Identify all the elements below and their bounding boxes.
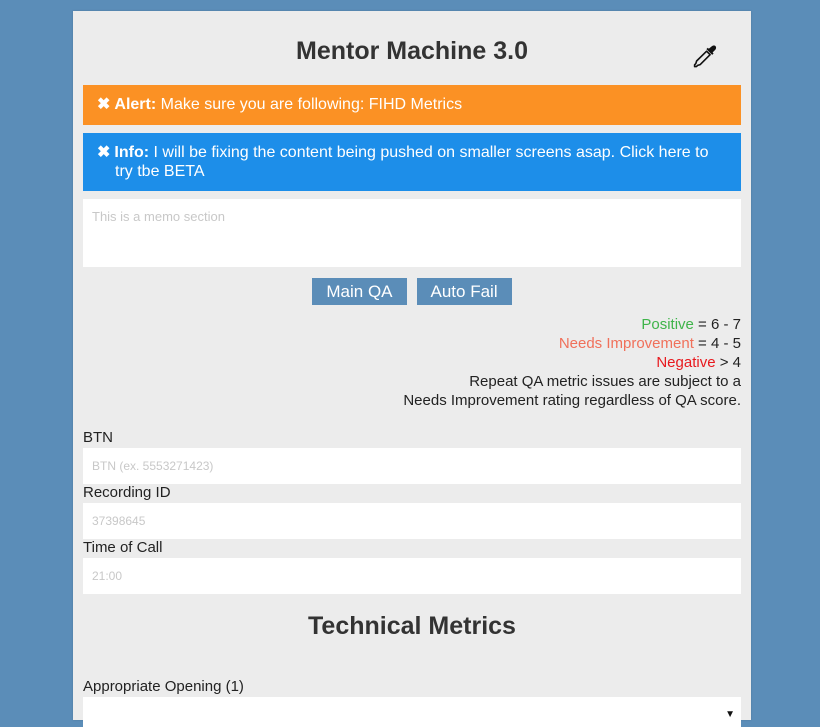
technical-metrics-title: Technical Metrics xyxy=(308,612,516,640)
eyedropper-icon[interactable] xyxy=(693,44,717,68)
appropriate-opening-select[interactable]: ▼ xyxy=(83,697,741,727)
appropriate-opening-label: Appropriate Opening (1) xyxy=(83,678,244,695)
time-of-call-label: Time of Call xyxy=(83,539,163,556)
chevron-down-icon: ▼ xyxy=(725,709,735,720)
page-title: Mentor Machine 3.0 xyxy=(296,37,528,65)
recording-id-label: Recording ID xyxy=(83,484,171,501)
score-legend: Positive = 6 - 7 Needs Improvement = 4 -… xyxy=(83,315,741,410)
alert-label: Alert: xyxy=(114,96,157,113)
btn-label: BTN xyxy=(83,429,113,446)
close-icon[interactable]: ✖ xyxy=(97,96,110,113)
recording-id-input[interactable] xyxy=(83,503,741,539)
legend-positive: Positive = 6 - 7 xyxy=(83,315,741,334)
auto-fail-button[interactable]: Auto Fail xyxy=(416,278,512,305)
legend-needs-improvement: Needs Improvement = 4 - 5 xyxy=(83,334,741,353)
legend-note-line1: Repeat QA metric issues are subject to a xyxy=(469,373,741,390)
needs-improvement-range: = 4 - 5 xyxy=(698,335,741,352)
needs-improvement-label: Needs Improvement xyxy=(558,335,694,352)
qa-tab-bar: Main QA Auto Fail xyxy=(73,278,751,305)
negative-range: > 4 xyxy=(719,354,741,371)
alert-message: Make sure you are following: FIHD Metric… xyxy=(160,96,463,113)
time-of-call-input[interactable] xyxy=(83,558,741,594)
main-panel: Mentor Machine 3.0 ✖ Alert: Make sure you… xyxy=(73,11,751,727)
alert-banner: ✖ Alert: Make sure you are following: FIH… xyxy=(83,85,741,125)
main-qa-button[interactable]: Main QA xyxy=(312,278,407,305)
negative-label: Negative xyxy=(656,354,716,371)
info-message: I will be fixing the content being pushe… xyxy=(115,144,709,180)
positive-range: = 6 - 7 xyxy=(698,316,741,333)
legend-negative: Negative > 4 xyxy=(83,353,741,372)
info-label: Info: xyxy=(114,144,150,161)
legend-note-line2: Needs Improvement rating regardless of Q… xyxy=(403,392,741,409)
close-icon[interactable]: ✖ xyxy=(97,144,110,161)
btn-input[interactable] xyxy=(83,448,741,484)
info-banner[interactable]: ✖ Info: I will be fixing the content bein… xyxy=(83,133,741,191)
positive-label: Positive xyxy=(641,316,694,333)
memo-textarea[interactable] xyxy=(83,199,741,267)
